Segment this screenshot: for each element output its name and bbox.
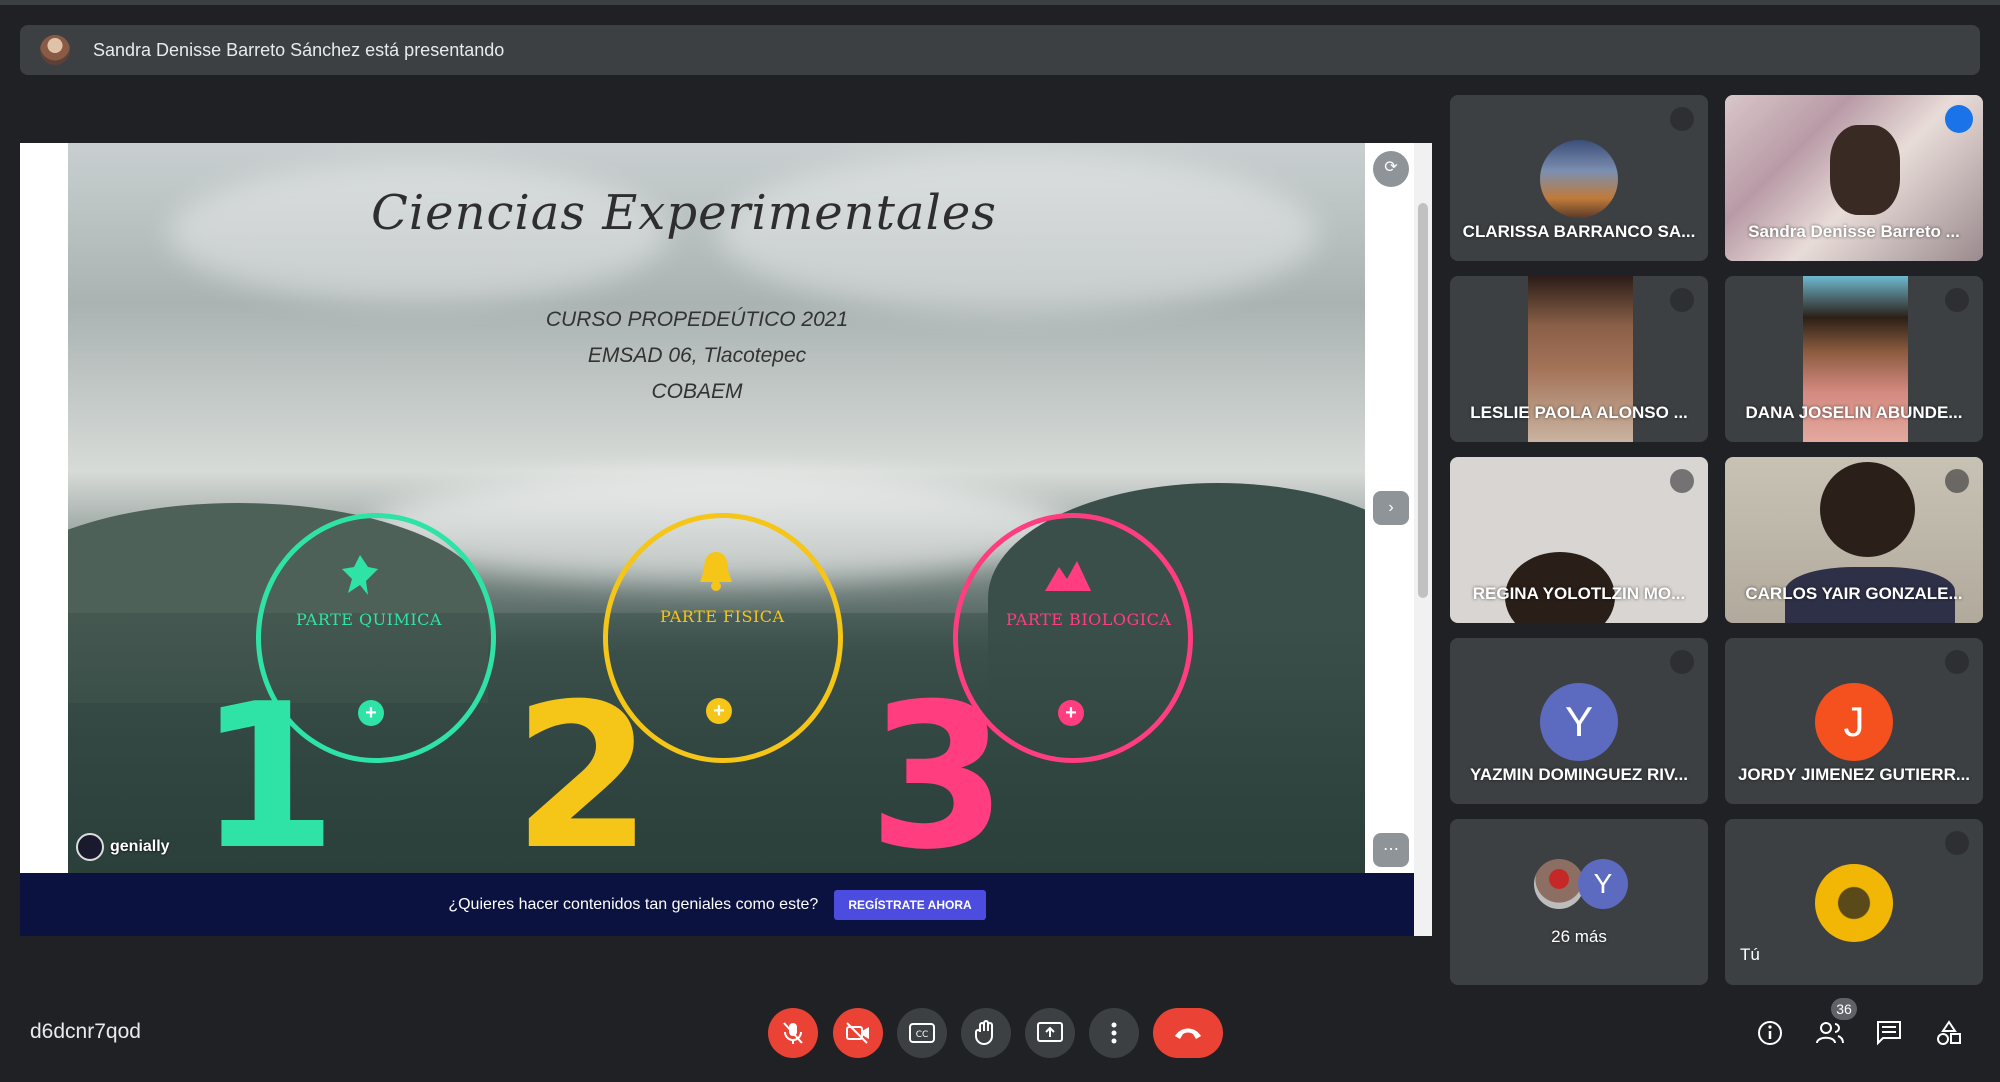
rotate-icon[interactable]: ⟳ (1373, 151, 1409, 187)
mic-off-icon (1670, 469, 1694, 493)
slide-title: Ciencias Experimentales (371, 185, 997, 241)
raise-hand-icon (975, 1020, 993, 1045)
mic-off-icon (1670, 107, 1694, 131)
meeting-code: d6dcnr7qod (30, 1020, 141, 1043)
slide: Ciencias Experimentales CURSO PROPEDEÚTI… (68, 143, 1365, 873)
next-slide-button[interactable]: › (1373, 491, 1409, 525)
register-button[interactable]: REGÍSTRATE AHORA (834, 889, 986, 920)
slide-subtitle-2: EMSAD 06, Tlacotepec (587, 344, 807, 367)
part-1-label[interactable]: PARTE QUIMICA (296, 610, 442, 629)
call-end-icon (1175, 1028, 1201, 1039)
participant-tile[interactable]: Sandra Denisse Barreto ... (1725, 95, 1983, 261)
present-button[interactable] (1025, 1008, 1075, 1058)
mic-off-icon (783, 1022, 803, 1044)
leave-call-button[interactable] (1153, 1008, 1223, 1058)
participant-tile[interactable]: LESLIE PAOLA ALONSO ... (1450, 276, 1708, 442)
slide-subtitle-1: CURSO PROPEDEÚTICO 2021 (545, 308, 849, 331)
participant-name: DANA JOSELIN ABUNDE... (1745, 403, 1963, 422)
svg-text:CC: CC (916, 1030, 929, 1040)
cta-question: ¿Quieres hacer contenidos tan geniales c… (448, 895, 819, 913)
participant-tile[interactable]: CARLOS YAIR GONZALE... (1725, 457, 1983, 623)
more-participants-tile[interactable]: Y 26 más (1450, 819, 1708, 985)
participant-count-badge: 36 (1831, 998, 1857, 1020)
people-icon (1816, 1022, 1844, 1044)
presenting-banner: Sandra Denisse Barreto Sánchez está pres… (20, 25, 1980, 75)
part-1-plus-icon[interactable]: + (358, 700, 384, 726)
presenting-text: Sandra Denisse Barreto Sánchez está pres… (93, 39, 505, 60)
chat-icon (1877, 1021, 1901, 1046)
genially-logo: genially (76, 833, 170, 861)
more-count: 26 más (1551, 927, 1607, 946)
part-2-plus-icon[interactable]: + (706, 698, 732, 724)
pin-icon (342, 555, 378, 595)
meeting-info-button[interactable] (1753, 1016, 1787, 1050)
raise-hand-button[interactable] (961, 1008, 1011, 1058)
participant-tile[interactable]: REGINA YOLOTLZIN MO... (1450, 457, 1708, 623)
presentation-view[interactable]: Ciencias Experimentales CURSO PROPEDEÚTI… (20, 143, 1432, 936)
activities-button[interactable] (1932, 1016, 1966, 1050)
mic-off-icon (1670, 650, 1694, 674)
mic-off-icon (1945, 650, 1969, 674)
avatar-initial: Y (1540, 683, 1618, 761)
present-screen-icon (1037, 1022, 1063, 1042)
speaking-indicator-icon (1945, 105, 1973, 133)
avatar (1540, 140, 1618, 218)
participant-tile[interactable]: J JORDY JIMENEZ GUTIERR... (1725, 638, 1983, 804)
slide-subtitle-3: COBAEM (651, 380, 743, 403)
mic-toggle-button[interactable] (768, 1008, 818, 1058)
participant-name: LESLIE PAOLA ALONSO ... (1470, 403, 1688, 422)
participant-name: CLARISSA BARRANCO SA... (1462, 222, 1696, 241)
self-label: Tú (1740, 945, 1760, 964)
mountain-icon (1045, 561, 1091, 591)
part-1-ring[interactable] (256, 513, 496, 763)
avatar (1815, 864, 1893, 942)
participant-tile[interactable]: CLARISSA BARRANCO SA... (1450, 95, 1708, 261)
people-button[interactable] (1813, 1016, 1847, 1050)
top-edge (0, 0, 2000, 5)
part-3-plus-icon[interactable]: + (1058, 700, 1084, 726)
chat-button[interactable] (1872, 1016, 1906, 1050)
more-options-button[interactable] (1089, 1008, 1139, 1058)
mic-off-icon (1945, 288, 1969, 312)
captions-button[interactable]: CC (897, 1008, 947, 1058)
activities-icon (1937, 1020, 1961, 1045)
camera-toggle-button[interactable] (833, 1008, 883, 1058)
scrollbar[interactable] (1414, 143, 1432, 936)
participant-name: JORDY JIMENEZ GUTIERR... (1737, 765, 1971, 784)
closed-captions-icon: CC (909, 1023, 935, 1043)
part-3-label[interactable]: PARTE BIOLOGICA (1006, 610, 1171, 629)
avatar (1534, 859, 1584, 909)
mic-off-icon (1945, 469, 1969, 493)
participant-tile[interactable]: DANA JOSELIN ABUNDE... (1725, 276, 1983, 442)
mic-off-icon (1670, 288, 1694, 312)
participant-name: REGINA YOLOTLZIN MO... (1472, 584, 1686, 603)
more-vert-icon (1111, 1022, 1117, 1044)
participant-name: YAZMIN DOMINGUEZ RIV... (1470, 765, 1688, 784)
participant-tile[interactable]: Y YAZMIN DOMINGUEZ RIV... (1450, 638, 1708, 804)
cta-bar: ¿Quieres hacer contenidos tan geniales c… (20, 873, 1414, 936)
mic-off-icon (1945, 831, 1969, 855)
participant-name: CARLOS YAIR GONZALE... (1745, 584, 1963, 603)
bell-icon (700, 552, 732, 591)
presenter-avatar (40, 35, 70, 65)
avatar-initial: J (1815, 683, 1893, 761)
part-2-label[interactable]: PARTE FISICA (660, 607, 785, 626)
more-options-button[interactable]: ⋯ (1373, 833, 1409, 867)
videocam-off-icon (846, 1022, 869, 1044)
participant-name: Sandra Denisse Barreto ... (1748, 222, 1960, 241)
avatar-initial: Y (1578, 859, 1628, 909)
info-icon (1758, 1021, 1782, 1045)
self-tile[interactable]: Tú (1725, 819, 1983, 985)
